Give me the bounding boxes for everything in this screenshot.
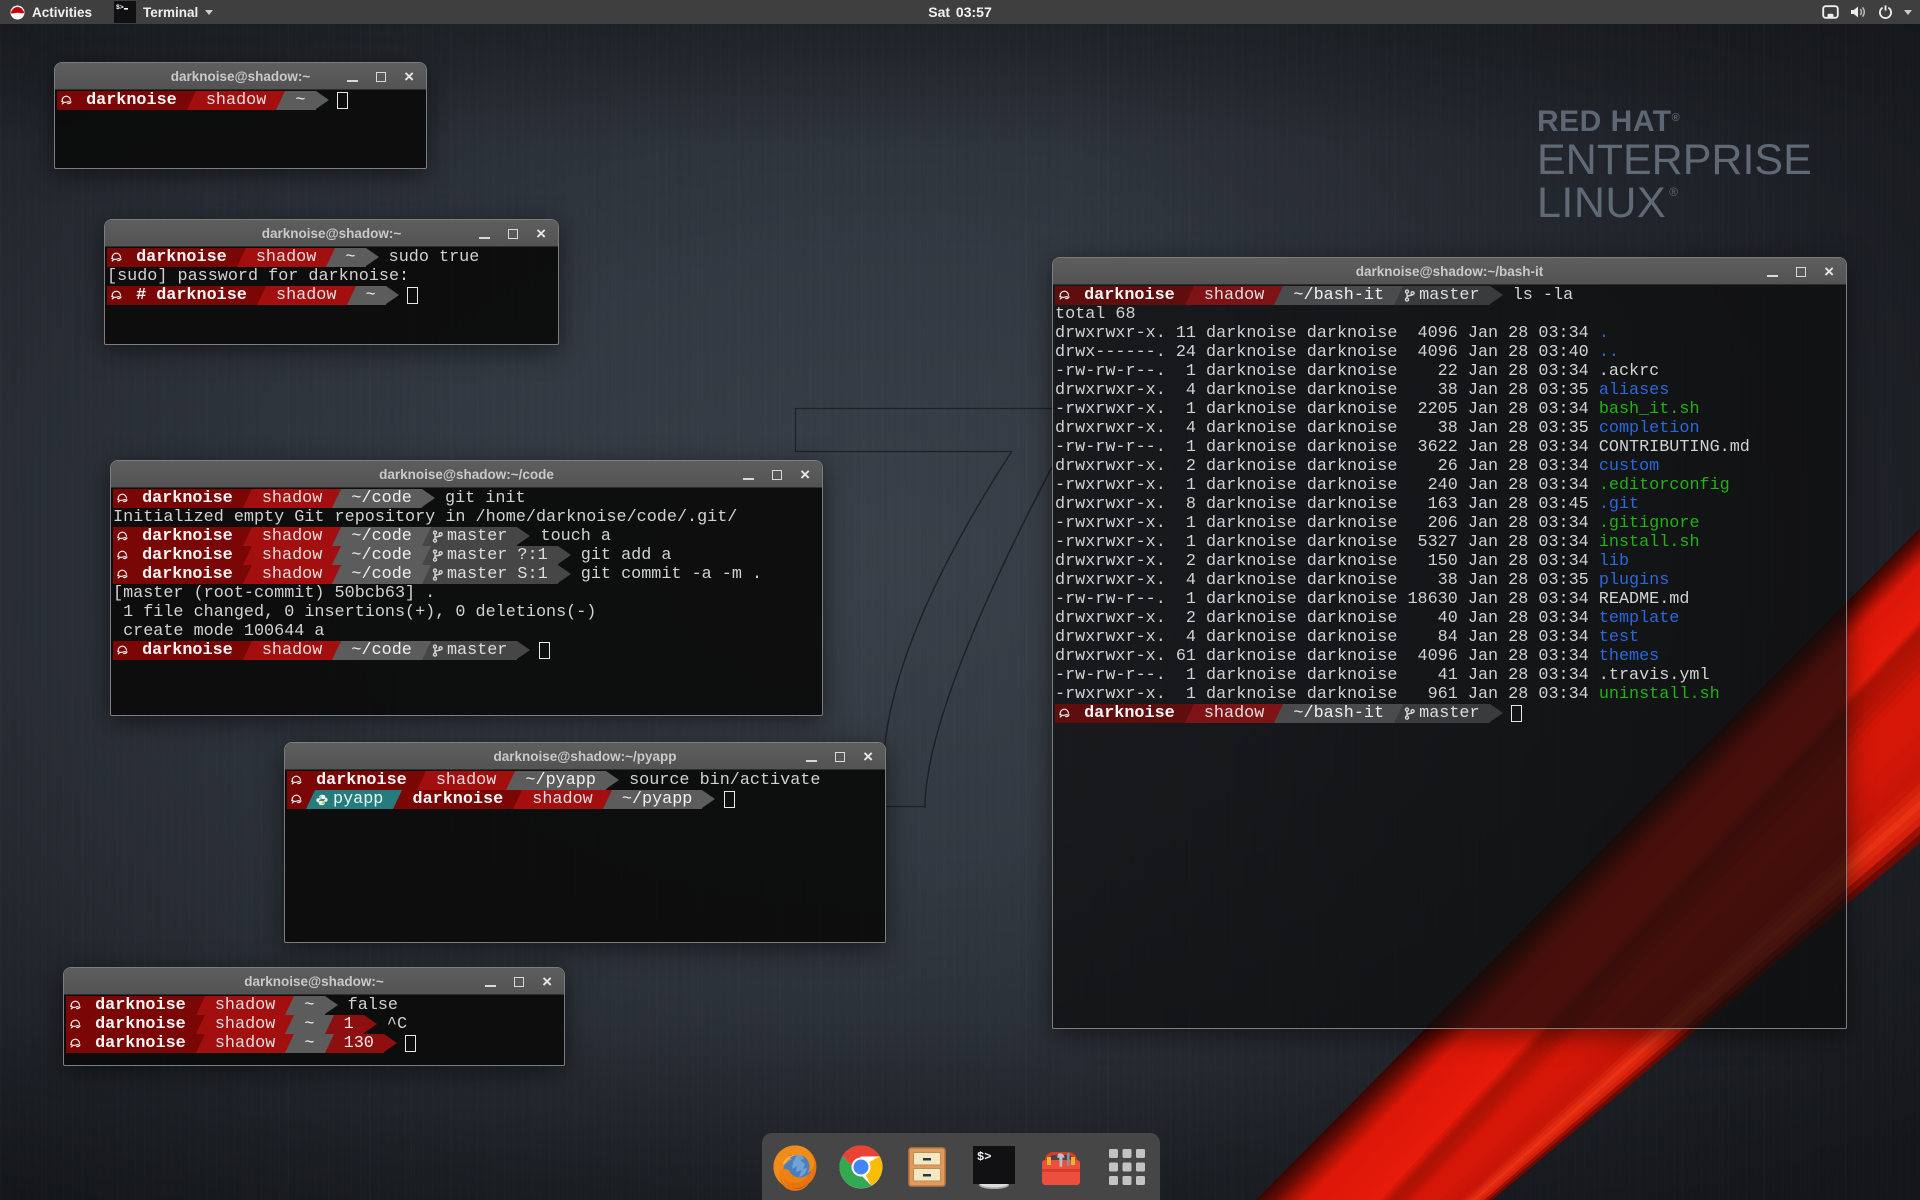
svg-text:$>: $> (977, 1150, 991, 1164)
